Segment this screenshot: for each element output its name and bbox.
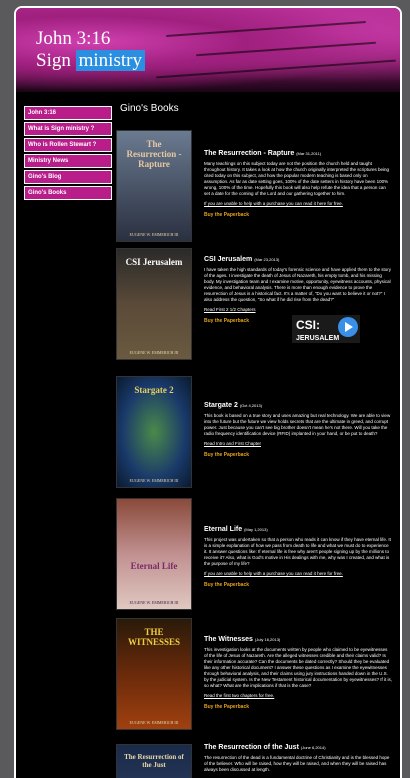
book-title-text: The Resurrection - Rapture — [204, 150, 295, 157]
sidebar-item-rollen-stewart[interactable]: Who is Rollen Stewart ? — [24, 138, 112, 152]
cover-author: EUGENE W. EMMERICH III — [129, 350, 179, 355]
book-title-text: Eternal Life — [204, 526, 243, 533]
site-title-highlight: ministry — [75, 50, 145, 71]
book-info: Stargate 2 (Oct 4,2013) This book is bas… — [204, 402, 392, 458]
book-cover[interactable]: Stargate 2 EUGENE W. EMMERICH III — [116, 376, 192, 488]
book-title-text: CSI Jerusalem — [204, 256, 253, 263]
book-cover[interactable]: THE WITNESSES EUGENE W. EMMERICH III — [116, 618, 192, 730]
page-title: Gino's Books — [120, 103, 179, 114]
book-date: (Mar 23,2013) — [254, 257, 280, 262]
book-date: (June 6,2014) — [300, 745, 326, 750]
book-description: This investigation looks at the document… — [204, 647, 393, 688]
cover-title: Stargate 2 — [134, 385, 174, 395]
main-content: Gino's Books The Resurrection - Rapture … — [116, 100, 392, 778]
book-title: The Witnesses (July 16,2013) — [204, 636, 392, 643]
book-cover[interactable]: CSI Jerusalem EUGENE W. EMMERICH III — [116, 248, 192, 360]
buy-paperback-link[interactable]: Buy the Paperback — [204, 212, 392, 218]
book-description: Many teachings on this subject today are… — [204, 161, 390, 196]
csi-badge-title: CSI: — [296, 318, 320, 332]
sidebar-nav: John 3:16 What is Sign ministry ? Who is… — [24, 106, 112, 202]
book-cover[interactable]: The Resurrection - Rapture EUGENE W. EMM… — [116, 130, 192, 242]
cover-title: THE WITNESSES — [127, 627, 181, 647]
book-cover[interactable]: The Resurrection of the Just — [116, 744, 192, 778]
book-title-text: The Resurrection of the Just — [204, 744, 299, 751]
book-info: The Resurrection - Rapture (Mar 31,2011)… — [204, 150, 392, 218]
book-description: This project was undertaken so that a pe… — [204, 537, 391, 566]
sidebar-item-sign-ministry[interactable]: What is Sign ministry ? — [24, 122, 112, 136]
book-description: The resurrection of the dead is a fundam… — [204, 755, 390, 772]
book-title: Stargate 2 (Oct 4,2013) — [204, 402, 392, 409]
book-title: The Resurrection of the Just (June 6,201… — [204, 744, 392, 751]
book-info: The Witnesses (July 16,2013) This invest… — [204, 636, 392, 710]
book-cover[interactable]: Eternal Life EUGENE W. EMMERICH III — [116, 498, 192, 610]
site-title-prefix: Sign — [36, 50, 76, 71]
read-free-link[interactable]: If you are unable to help with a purchas… — [204, 201, 392, 206]
buy-paperback-link[interactable]: Buy the Paperback — [204, 582, 392, 588]
book-date: (July 16,2013) — [254, 637, 281, 642]
read-free-link[interactable]: If you are unable to help with a purchas… — [204, 571, 392, 576]
book-date: (Oct 4,2013) — [239, 403, 263, 408]
read-chapters-link[interactable]: Read the first two chapters for free. — [204, 693, 392, 698]
sidebar-item-ginos-books[interactable]: Gino's Books — [24, 186, 112, 200]
book-info: CSI Jerusalem (Mar 23,2013) I have taken… — [204, 256, 392, 324]
cover-author: EUGENE W. EMMERICH III — [129, 232, 179, 237]
book-info: Eternal Life (May 1,2013) This project w… — [204, 526, 392, 588]
book-date: (Mar 31,2011) — [296, 151, 322, 156]
cover-title: Eternal Life — [130, 561, 178, 571]
cover-author: EUGENE W. EMMERICH III — [129, 600, 179, 605]
cover-title: CSI Jerusalem — [125, 257, 183, 267]
book-description: This book is based on a true story and u… — [204, 413, 391, 436]
cover-title: The Resurrection - Rapture — [126, 139, 182, 169]
site-title-line2: Sign ministry — [36, 50, 145, 72]
site-title-line1: John 3:16 — [36, 28, 111, 49]
book-description: I have taken the high standards of today… — [204, 267, 391, 302]
read-intro-link[interactable]: Read Intro and First Chapter — [204, 441, 392, 446]
site-title: John 3:16 Sign ministry — [36, 28, 145, 72]
read-chapters-link[interactable]: Read First 2 1/2 Chapters — [204, 307, 392, 312]
book-title: CSI Jerusalem (Mar 23,2013) — [204, 256, 392, 263]
book-title-text: Stargate 2 — [204, 402, 238, 409]
sidebar-item-ginos-blog[interactable]: Gino's Blog — [24, 170, 112, 184]
book-title: Eternal Life (May 1,2013) — [204, 526, 392, 533]
header-banner: John 3:16 Sign ministry — [16, 8, 400, 92]
sidebar-item-ministry-news[interactable]: Ministry News — [24, 154, 112, 168]
book-date: (May 1,2013) — [244, 527, 268, 532]
buy-paperback-link[interactable]: Buy the Paperback — [204, 704, 392, 710]
csi-badge-subtitle: JERUSALEM — [296, 335, 339, 342]
buy-paperback-link[interactable]: Buy the Paperback — [204, 452, 392, 458]
book-title-text: The Witnesses — [204, 636, 253, 643]
book-info: The Resurrection of the Just (June 6,201… — [204, 744, 392, 773]
book-title: The Resurrection - Rapture (Mar 31,2011) — [204, 150, 392, 157]
csi-jerusalem-video-icon[interactable]: CSI: JERUSALEM — [292, 315, 360, 343]
page-frame: John 3:16 Sign ministry John 3:16 What i… — [14, 6, 402, 778]
cover-title: The Resurrection of the Just — [124, 753, 184, 769]
cover-author: EUGENE W. EMMERICH III — [129, 720, 179, 725]
cover-author: EUGENE W. EMMERICH III — [129, 478, 179, 483]
sidebar-item-john-3-16[interactable]: John 3:16 — [24, 106, 112, 120]
